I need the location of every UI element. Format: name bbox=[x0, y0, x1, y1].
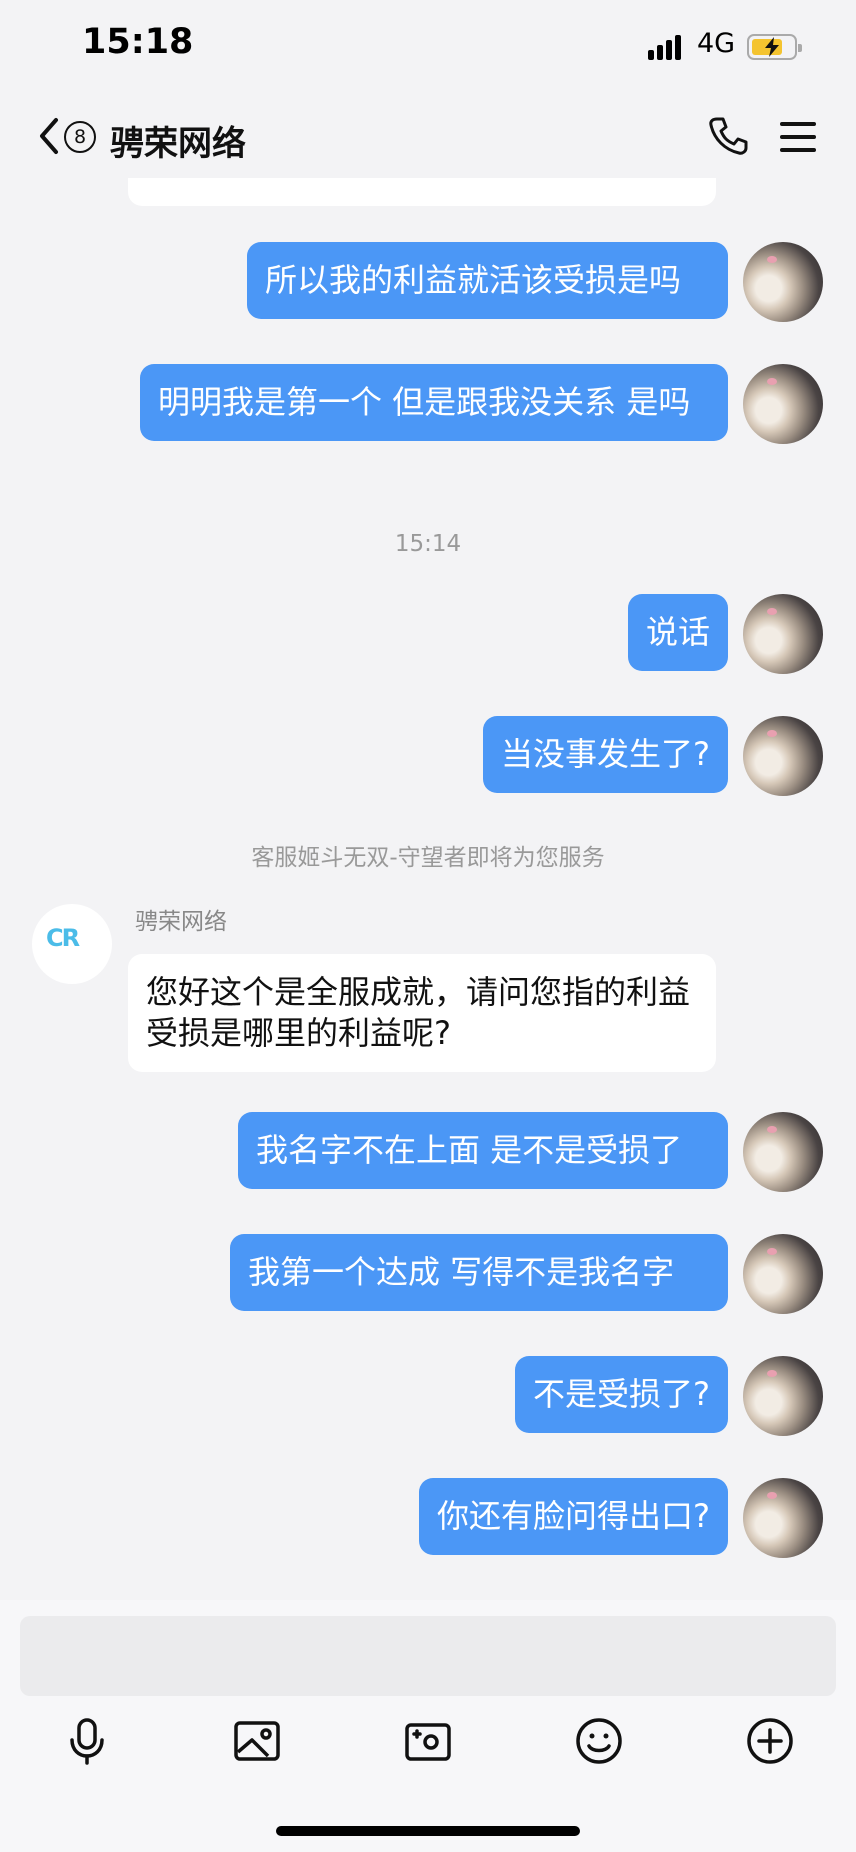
status-bar: 15:18 4G bbox=[0, 0, 856, 100]
chat-header: 8 骋荣网络 bbox=[0, 100, 856, 178]
message-outgoing: 明明我是第一个 但是跟我没关系 是吗 bbox=[140, 364, 728, 441]
message-input[interactable] bbox=[20, 1616, 836, 1696]
message-incoming: 您好这个是全服成就，请问您指的利益受损是哪里的利益呢? bbox=[128, 954, 716, 1072]
message-outgoing: 我名字不在上面 是不是受损了 bbox=[238, 1112, 728, 1189]
emoji-icon[interactable] bbox=[574, 1716, 624, 1766]
message-outgoing: 说话 bbox=[627, 594, 728, 671]
back-icon[interactable] bbox=[36, 116, 62, 156]
message-outgoing: 所以我的利益就活该受损是吗 bbox=[247, 242, 728, 319]
message-outgoing: 我第一个达成 写得不是我名字 bbox=[230, 1234, 728, 1311]
message-outgoing: 你还有脸问得出口? bbox=[419, 1478, 728, 1555]
user-avatar[interactable] bbox=[743, 594, 823, 674]
network-label: 4G bbox=[697, 28, 736, 59]
phone-icon[interactable] bbox=[708, 116, 748, 156]
chat-title: 骋荣网络 bbox=[110, 124, 246, 164]
user-avatar[interactable] bbox=[743, 716, 823, 796]
menu-icon[interactable] bbox=[780, 120, 816, 154]
unread-count-badge[interactable]: 8 bbox=[64, 121, 96, 153]
message-list[interactable]: 所以我的利益就活该受损是吗 明明我是第一个 但是跟我没关系 是吗 15:14 说… bbox=[0, 178, 856, 1598]
battery-icon bbox=[747, 34, 802, 60]
home-indicator[interactable] bbox=[276, 1826, 580, 1836]
status-time: 15:18 bbox=[82, 22, 194, 62]
system-notice: 客服姬斗无双-守望者即将为您服务 bbox=[251, 845, 605, 871]
user-avatar[interactable] bbox=[743, 1112, 823, 1192]
user-avatar[interactable] bbox=[743, 1478, 823, 1558]
agent-avatar[interactable]: CR bbox=[32, 904, 112, 984]
message-incoming-partial bbox=[128, 178, 716, 206]
microphone-icon[interactable] bbox=[62, 1716, 112, 1766]
message-outgoing: 当没事发生了? bbox=[483, 716, 728, 793]
sender-name: 骋荣网络 bbox=[135, 909, 227, 935]
user-avatar[interactable] bbox=[743, 242, 823, 322]
camera-icon[interactable] bbox=[403, 1716, 453, 1766]
plus-icon[interactable] bbox=[745, 1716, 795, 1766]
signal-icon bbox=[648, 32, 688, 60]
image-icon[interactable] bbox=[232, 1716, 282, 1766]
composer bbox=[0, 1600, 856, 1852]
agent-logo-mark: CR bbox=[46, 924, 80, 952]
user-avatar[interactable] bbox=[743, 364, 823, 444]
user-avatar[interactable] bbox=[743, 1356, 823, 1436]
message-timestamp: 15:14 bbox=[394, 531, 462, 557]
user-avatar[interactable] bbox=[743, 1234, 823, 1314]
message-outgoing: 不是受损了? bbox=[515, 1356, 728, 1433]
